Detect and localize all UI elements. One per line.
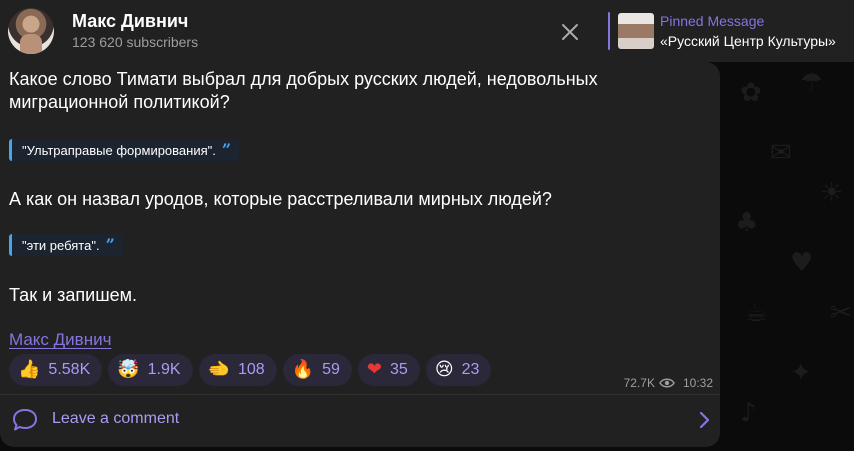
crying-face-icon: 😢 xyxy=(434,359,454,380)
eye-icon xyxy=(659,378,675,388)
comment-bubble-icon xyxy=(13,409,37,431)
reaction-count: 1.9K xyxy=(147,361,181,378)
pinned-indicator xyxy=(608,12,610,50)
doodle-icon: ☀ xyxy=(820,178,844,208)
reaction-fire[interactable]: 🔥 59 xyxy=(282,354,352,386)
subscriber-count: 123 620 subscribers xyxy=(72,34,199,50)
reaction-count: 35 xyxy=(390,361,408,378)
reaction-count: 5.58K xyxy=(48,361,91,378)
channel-avatar[interactable] xyxy=(8,8,54,54)
quote-text: "Ультраправые формирования". xyxy=(22,142,216,158)
reaction-count: 23 xyxy=(461,361,480,378)
reaction-exploding-head[interactable]: 🤯 1.9K xyxy=(108,354,193,386)
doodle-icon: ✦ xyxy=(790,358,812,388)
reaction-thumbs-up[interactable]: 👍 5.58K xyxy=(9,354,103,386)
chevron-right-icon xyxy=(699,411,710,429)
message-line: Так и запишем. xyxy=(9,285,138,305)
doodle-icon: ✉ xyxy=(770,138,792,168)
telegram-channel-view: ✿ ☂ ✉ ☀ ♣ ♥ ✂ ☕ ✦ ♪ Макс Дивнич 123 620 … xyxy=(0,0,854,451)
channel-header: Макс Дивнич 123 620 subscribers Pinned M… xyxy=(0,0,854,62)
message-line: Какое слово Тимати выбрал для добрых рус… xyxy=(9,69,598,89)
pinned-title: Pinned Message xyxy=(660,13,765,29)
thumbs-up-icon: 👍 xyxy=(18,359,41,380)
reaction-crying[interactable]: 😢 23 xyxy=(425,354,492,386)
close-icon xyxy=(562,24,578,40)
pinned-message[interactable]: Pinned Message «Русский Центр Культуры» xyxy=(608,10,854,52)
message-line: миграционной политикой? xyxy=(9,92,230,112)
heart-icon: ❤ xyxy=(366,359,383,380)
doodle-icon: ☂ xyxy=(800,68,824,98)
doodle-icon: ✿ xyxy=(740,78,762,108)
message-bubble: Какое слово Тимати выбрал для добрых рус… xyxy=(0,62,720,447)
message-line: А как он назвал уродов, которые расстрел… xyxy=(9,189,552,209)
quote-mark-icon: ” xyxy=(105,235,115,254)
reaction-heart[interactable]: ❤ 35 xyxy=(357,354,420,386)
leave-comment-button[interactable]: Leave a comment xyxy=(0,395,720,445)
hand-icon: 🫲 xyxy=(207,359,230,380)
quote-text: "эти ребята". xyxy=(22,237,100,253)
reactions-bar: 👍 5.58K 🤯 1.9K 🫲 108 🔥 59 ❤ 35 😢 23 xyxy=(9,354,492,386)
quote-block: "Ультраправые формирования". ” xyxy=(9,139,240,161)
quote-block: "эти ребята". ” xyxy=(9,234,123,256)
reaction-hand[interactable]: 🫲 108 xyxy=(198,354,277,386)
reaction-count: 108 xyxy=(238,361,265,378)
doodle-icon: ♣ xyxy=(735,208,759,238)
doodle-icon: ☕ xyxy=(745,298,769,328)
close-button[interactable] xyxy=(555,17,585,47)
message-meta: 72.7K 10:32 xyxy=(624,376,713,390)
view-count: 72.7K xyxy=(623,376,655,390)
message-time: 10:32 xyxy=(682,376,713,390)
channel-name[interactable]: Макс Дивнич xyxy=(72,11,188,32)
exploding-head-icon: 🤯 xyxy=(117,359,140,380)
quote-mark-icon: ” xyxy=(221,140,232,159)
reaction-count: 59 xyxy=(322,361,340,378)
pinned-thumbnail xyxy=(618,13,654,49)
pinned-text: «Русский Центр Культуры» xyxy=(660,33,836,49)
leave-comment-label: Leave a comment xyxy=(52,410,180,427)
fire-icon: 🔥 xyxy=(291,359,315,380)
doodle-icon: ♪ xyxy=(740,398,757,428)
doodle-icon: ♥ xyxy=(790,248,814,278)
signature-link[interactable]: Макс Дивнич xyxy=(9,330,111,350)
doodle-icon: ✂ xyxy=(830,298,852,328)
